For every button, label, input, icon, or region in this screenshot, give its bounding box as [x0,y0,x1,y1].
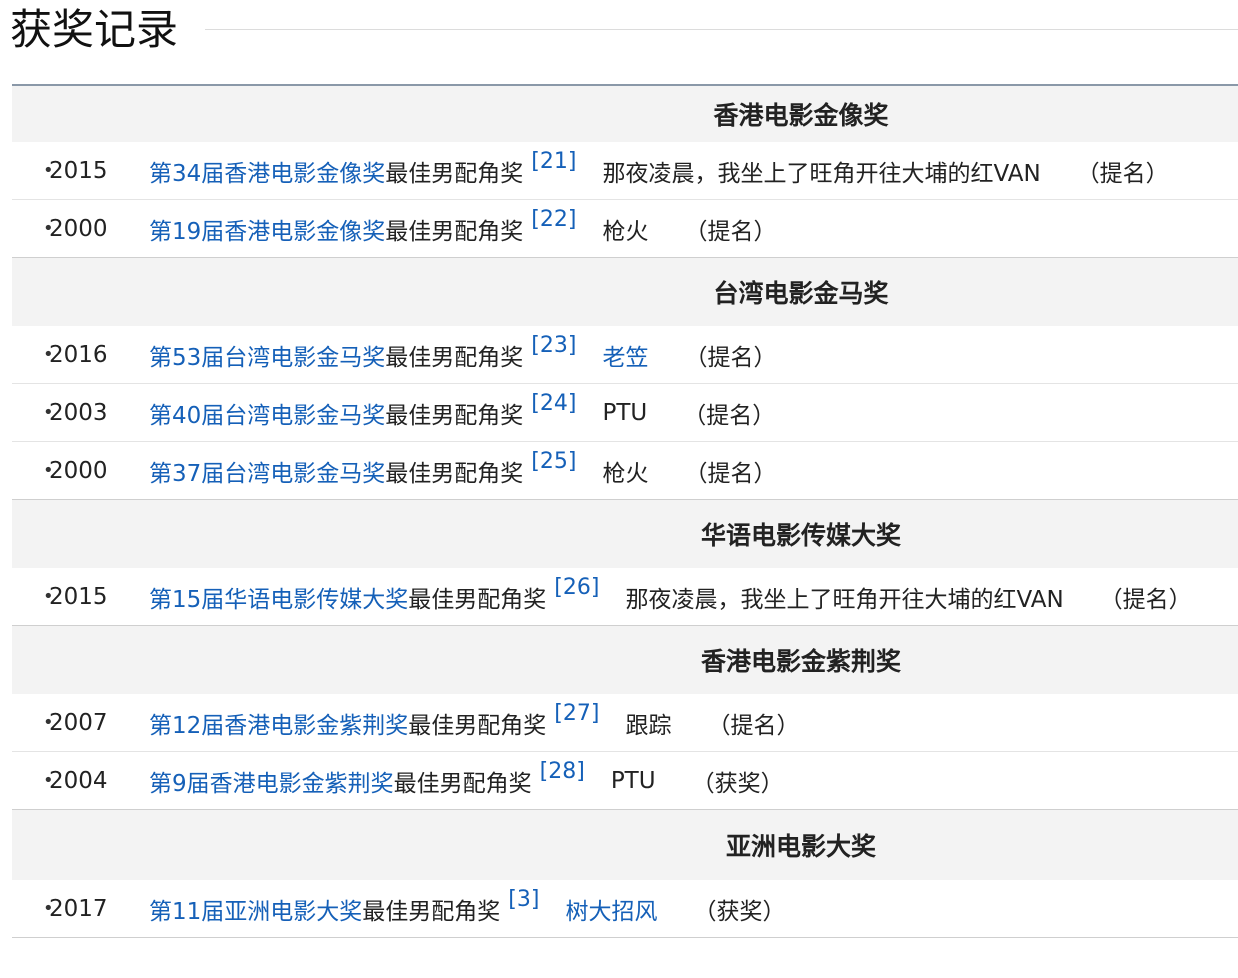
award-result: （获奖） [693,898,786,925]
award-category: 最佳男配角奖 [408,586,547,613]
award-result: （获奖） [691,770,784,797]
award-row: • 2016 第53届台湾电影金马奖 最佳男配角奖 [23] 老笠 （提名） [12,326,1238,384]
award-category: 最佳男配角奖 [393,770,532,797]
award-year: 2015 [49,583,108,610]
award-category: 最佳男配角奖 [385,344,524,371]
list-bullet: • [43,218,54,239]
film-title: PTU [602,399,648,426]
reference-link[interactable]: [21] [531,149,576,174]
awards-page: 获奖记录 香港电影金像奖 • 2015 第34届香港电影金像奖 最佳男配角奖 [21] 那夜… [0,0,1238,978]
list-bullet: • [43,586,54,607]
award-row: • 2003 第40届台湾电影金马奖 最佳男配角奖 [24] PTU （提名） [12,384,1238,442]
award-category: 最佳男配角奖 [385,160,524,187]
award-result: （提名） [683,402,776,429]
section-heading: 华语电影传媒大奖 [12,500,1238,568]
list-bullet: • [43,712,54,733]
reference-link[interactable]: [3] [508,887,539,912]
award-year: 2000 [49,215,108,242]
award-row: • 2015 第34届香港电影金像奖 最佳男配角奖 [21] 那夜凌晨，我坐上了旺角开往大… [12,142,1238,200]
film-title: PTU [610,767,656,794]
award-category: 最佳男配角奖 [385,402,524,429]
award-category: 最佳男配角奖 [408,712,547,739]
reference-link[interactable]: [26] [554,575,599,600]
award-year: 2000 [49,457,108,484]
award-result: （提名） [1076,160,1169,187]
film-title-link[interactable]: 树大招风 [565,892,657,926]
award-year: 2015 [49,157,108,184]
award-name-link[interactable]: 第40届台湾电影金马奖 [149,396,385,430]
page-title: 获奖记录 [10,5,179,54]
award-year: 2007 [49,709,108,736]
award-name-link[interactable]: 第19届香港电影金像奖 [149,212,385,246]
award-row: • 2004 第9届香港电影金紫荆奖 最佳男配角奖 [28] PTU （获奖） [12,752,1238,810]
list-bullet: • [43,770,54,791]
award-category: 最佳男配角奖 [362,898,501,925]
reference-link[interactable]: [22] [531,207,576,232]
award-name-link[interactable]: 第53届台湾电影金马奖 [149,338,385,372]
film-title: 枪火 [602,460,649,487]
section-heading: 亚洲电影大奖 [12,810,1238,880]
award-result: （提名） [684,218,777,245]
award-name-link[interactable]: 第9届香港电影金紫荆奖 [149,764,394,798]
list-bullet: • [43,898,54,919]
award-name-link[interactable]: 第12届香港电影金紫荆奖 [149,706,408,740]
list-bullet: • [43,402,54,423]
award-year: 2017 [49,895,108,922]
heading-divider [205,29,1238,30]
award-year: 2016 [49,341,108,368]
reference-link[interactable]: [28] [540,759,585,784]
award-category: 最佳男配角奖 [385,460,524,487]
film-title: 枪火 [602,218,649,245]
award-result: （提名） [1099,586,1192,613]
film-title-link[interactable]: 老笠 [602,338,648,372]
reference-link[interactable]: [27] [554,701,599,726]
award-name-link[interactable]: 第11届亚洲电影大奖 [149,892,362,926]
award-year: 2003 [49,399,108,426]
section-heading: 台湾电影金马奖 [12,258,1238,326]
award-year: 2004 [49,767,108,794]
section-heading: 香港电影金像奖 [12,86,1238,142]
award-row: • 2007 第12届香港电影金紫荆奖 最佳男配角奖 [27] 跟踪 （提名） [12,694,1238,752]
reference-link[interactable]: [25] [531,449,576,474]
reference-link[interactable]: [24] [531,391,576,416]
award-name-link[interactable]: 第34届香港电影金像奖 [149,154,385,188]
list-bullet: • [43,344,54,365]
list-bullet: • [43,460,54,481]
award-name-link[interactable]: 第37届台湾电影金马奖 [149,454,385,488]
award-row: • 2017 第11届亚洲电影大奖 最佳男配角奖 [3] 树大招风 （获奖） [12,880,1238,938]
section-heading: 香港电影金紫荆奖 [12,626,1238,694]
reference-link[interactable]: [23] [531,333,576,358]
award-result: （提名） [684,344,777,371]
award-result: （提名） [684,460,777,487]
list-bullet: • [43,160,54,181]
award-name-link[interactable]: 第15届华语电影传媒大奖 [149,580,408,614]
film-title: 那夜凌晨，我坐上了旺角开往大埔的红VAN [625,586,1064,613]
award-category: 最佳男配角奖 [385,218,524,245]
award-row: • 2015 第15届华语电影传媒大奖 最佳男配角奖 [26] 那夜凌晨，我坐上了旺角开往… [12,568,1238,626]
film-title: 那夜凌晨，我坐上了旺角开往大埔的红VAN [602,160,1041,187]
film-title: 跟踪 [625,712,672,739]
awards-table: 香港电影金像奖 • 2015 第34届香港电影金像奖 最佳男配角奖 [21] 那夜凌晨，我坐… [12,86,1238,938]
award-row: • 2000 第19届香港电影金像奖 最佳男配角奖 [22] 枪火 （提名） [12,200,1238,258]
award-row: • 2000 第37届台湾电影金马奖 最佳男配角奖 [25] 枪火 （提名） [12,442,1238,500]
award-result: （提名） [707,712,800,739]
